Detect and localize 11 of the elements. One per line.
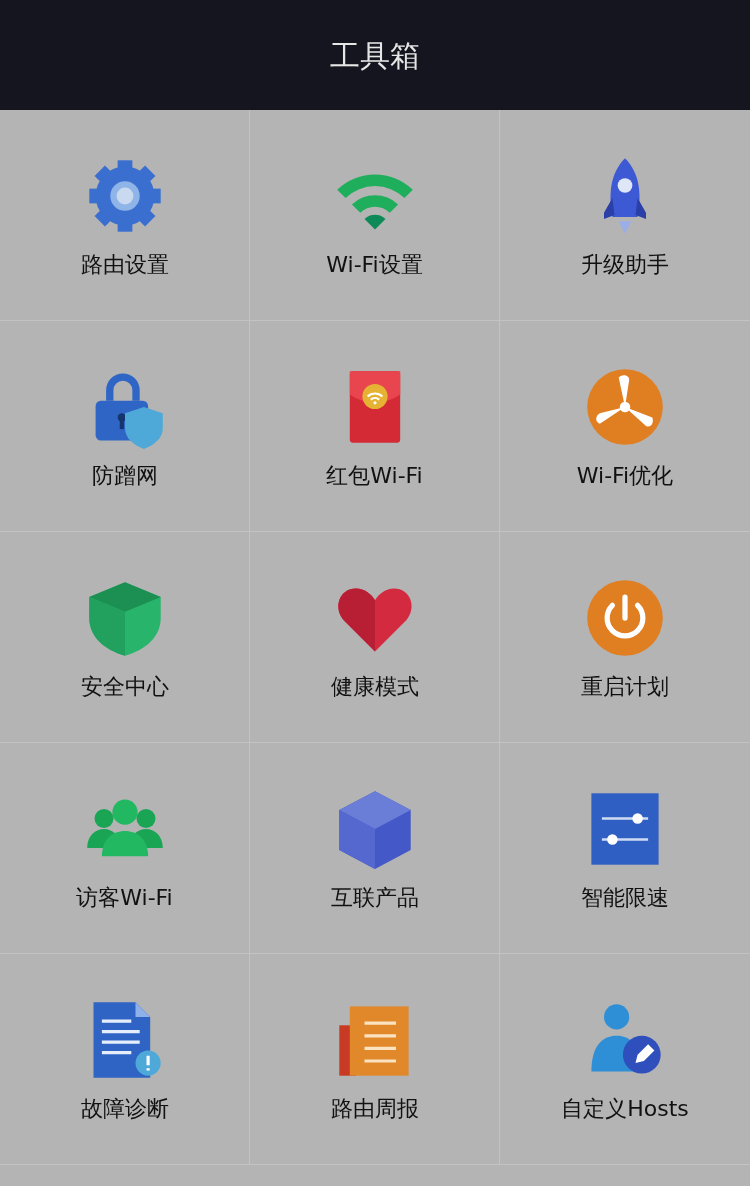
tool-tile[interactable]: 红包Wi-Fi [250, 321, 500, 532]
tool-tile[interactable]: 防蹭网 [0, 321, 250, 532]
tool-tile[interactable]: 互联产品 [250, 743, 500, 954]
tool-tile[interactable]: 路由设置 [0, 110, 250, 321]
tool-tile[interactable]: 健康模式 [250, 532, 500, 743]
tool-tile[interactable]: 故障诊断 [0, 954, 250, 1165]
tool-tile[interactable]: 路由周报 [250, 954, 500, 1165]
tool-tile[interactable]: 安全中心 [0, 532, 250, 743]
tool-tile[interactable]: Wi-Fi设置 [250, 110, 500, 321]
page-title: 工具箱 [330, 36, 420, 75]
tool-tile[interactable]: 访客Wi-Fi [0, 743, 250, 954]
